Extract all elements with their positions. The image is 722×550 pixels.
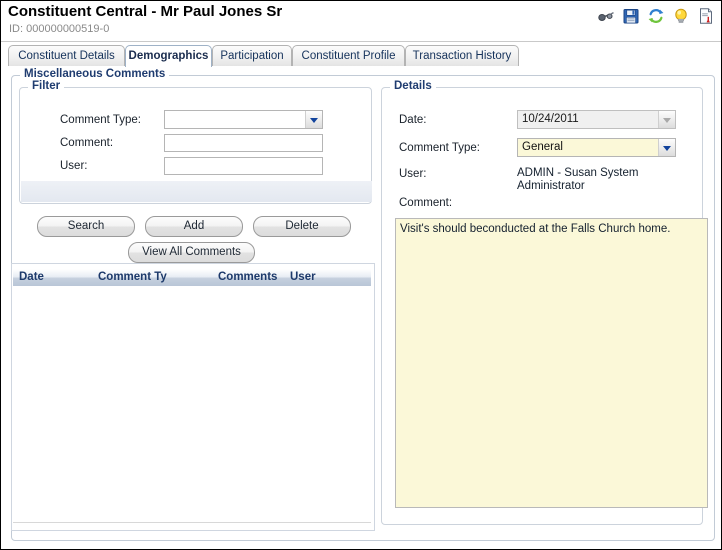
tab-constituent-profile[interactable]: Constituent Profile <box>292 45 405 66</box>
column-header-user[interactable]: User <box>290 269 316 285</box>
tab-constituent-details[interactable]: Constituent Details <box>8 45 125 66</box>
tab-label: Participation <box>220 50 284 62</box>
comments-grid-header: Date Comment Ty Comments User <box>13 269 371 287</box>
chevron-down-icon[interactable] <box>658 139 675 156</box>
details-date-combo[interactable]: 10/24/2011 <box>517 110 676 129</box>
view-all-comments-button[interactable]: View All Comments <box>128 242 255 263</box>
tab-transaction-history[interactable]: Transaction History <box>405 45 519 66</box>
details-comment-type-value: General <box>522 141 563 153</box>
filter-comment-label: Comment: <box>60 137 114 149</box>
tab-strip: Constituent Details Demographics Partici… <box>1 45 721 67</box>
tab-label: Demographics <box>128 50 209 62</box>
page-title: Constituent Central - Mr Paul Jones Sr <box>8 3 283 20</box>
window-header: Constituent Central - Mr Paul Jones Sr I… <box>1 1 721 43</box>
details-date-value: 10/24/2011 <box>522 113 579 125</box>
details-date-label: Date: <box>399 114 427 126</box>
toolbar <box>597 5 715 27</box>
details-comment-label: Comment: <box>399 197 453 209</box>
chevron-down-icon[interactable] <box>305 111 322 128</box>
filter-comment-type-label: Comment Type: <box>60 114 141 126</box>
grid-empty-area <box>13 286 371 522</box>
tab-participation[interactable]: Participation <box>212 45 292 66</box>
column-header-comment-type[interactable]: Comment Ty <box>98 269 167 285</box>
details-legend: Details <box>390 80 436 92</box>
filter-comment-input[interactable] <box>164 134 323 152</box>
refresh-icon[interactable] <box>647 7 665 25</box>
report-icon[interactable] <box>697 7 715 25</box>
filter-comment-type-value <box>165 111 305 128</box>
column-header-date[interactable]: Date <box>19 269 44 285</box>
details-comment-type-combo[interactable]: General <box>517 138 676 157</box>
add-button[interactable]: Add <box>145 216 243 237</box>
delete-button[interactable]: Delete <box>253 216 351 237</box>
save-icon[interactable] <box>622 7 640 25</box>
details-comment-textarea[interactable]: Visit's should beconducted at the Falls … <box>395 218 708 508</box>
application-window: Constituent Central - Mr Paul Jones Sr I… <box>0 0 722 550</box>
filter-legend: Filter <box>28 80 65 92</box>
filter-user-input[interactable] <box>164 157 323 175</box>
header-divider <box>1 41 721 42</box>
chevron-down-icon[interactable] <box>658 111 675 128</box>
miscellaneous-comments-legend: Miscellaneous Comments <box>20 68 170 80</box>
tab-label: Constituent Details <box>18 50 115 62</box>
filter-comment-type-combo[interactable] <box>164 110 323 129</box>
details-user-label: User: <box>399 168 427 180</box>
details-user-value: ADMIN - Susan System Administrator <box>517 167 639 192</box>
column-header-comments[interactable]: Comments <box>218 269 277 285</box>
tab-label: Transaction History <box>412 50 512 62</box>
search-button[interactable]: Search <box>37 216 135 237</box>
tab-label: Constituent Profile <box>301 50 396 62</box>
constituent-id-label: ID: 000000000519-0 <box>9 23 110 35</box>
details-comment-type-label: Comment Type: <box>399 142 480 154</box>
filter-user-label: User: <box>60 160 88 172</box>
comments-grid[interactable]: Date Comment Ty Comments User 10/24/2011… <box>13 269 371 523</box>
lightbulb-icon[interactable] <box>672 7 690 25</box>
tab-demographics[interactable]: Demographics <box>125 45 212 67</box>
filter-footer-strip <box>21 181 372 202</box>
binoculars-icon[interactable] <box>597 7 615 25</box>
